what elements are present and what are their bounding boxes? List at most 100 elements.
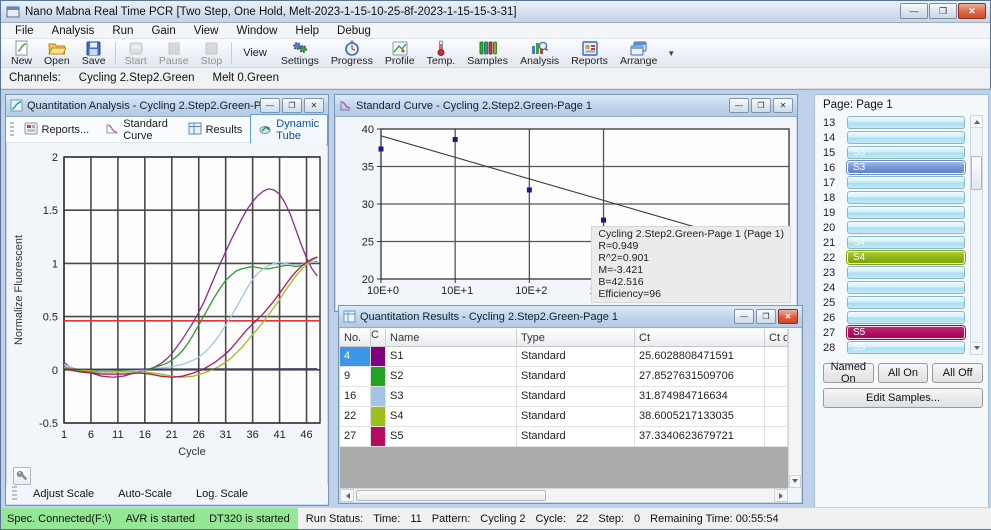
menu-item-run[interactable]: Run — [104, 24, 141, 38]
cell-ct-comment[interactable] — [765, 407, 788, 426]
std-maximize-button[interactable]: ❐ — [751, 98, 771, 113]
cell-name[interactable]: S1 — [386, 347, 517, 366]
table-row[interactable]: 4S1Standard25.6028808471591 — [340, 347, 788, 367]
sample-bar-15[interactable]: S3 — [847, 146, 965, 159]
sample-bar-23[interactable] — [847, 266, 965, 279]
cell-ct-comment[interactable] — [765, 427, 788, 446]
list-scroll-down-button[interactable] — [971, 342, 982, 354]
sample-bar-21[interactable]: S4 — [847, 236, 965, 249]
sample-bar-20[interactable] — [847, 221, 965, 234]
tab-standard-curve[interactable]: Standard Curve — [97, 114, 179, 146]
cell-ct-comment[interactable] — [765, 387, 788, 406]
toolbar-button-save[interactable]: Save — [76, 39, 112, 67]
cell-type[interactable]: Standard — [517, 347, 635, 366]
column-header-no[interactable]: No. — [340, 329, 371, 346]
menu-item-file[interactable]: File — [7, 24, 42, 38]
column-header-ct[interactable]: Ct — [635, 329, 765, 346]
results-horizontal-scrollbar[interactable] — [340, 488, 788, 502]
results-window-titlebar[interactable]: Quantitation Results - Cycling 2.Step2.G… — [339, 306, 802, 328]
results-maximize-button[interactable]: ❐ — [756, 309, 776, 324]
toolbar-overflow-caret[interactable]: ▼ — [663, 39, 679, 67]
column-header-type[interactable]: Type — [517, 329, 635, 346]
scroll-right-button[interactable] — [774, 489, 788, 502]
std-window-titlebar[interactable]: Standard Curve - Cycling 2.Step2.Green-P… — [335, 95, 797, 117]
table-row[interactable]: 22 S4Standard38.6005217133035 — [340, 407, 788, 427]
footer-button-log--scale[interactable]: Log. Scale — [186, 487, 258, 501]
results-close-button[interactable]: ✕ — [778, 309, 798, 324]
sample-bar-27[interactable]: S5 — [847, 326, 965, 339]
sample-bar-17[interactable] — [847, 176, 965, 189]
menu-item-analysis[interactable]: Analysis — [44, 24, 103, 38]
horizontal-scroll-thumb[interactable] — [356, 490, 546, 501]
cell-no[interactable]: 27 — [340, 427, 371, 446]
menu-item-view[interactable]: View — [186, 24, 227, 38]
toolbar-button-open[interactable]: Open — [38, 39, 76, 67]
quant-minimize-button[interactable]: — — [260, 98, 280, 113]
toolbar-button-temp[interactable]: Temp. — [421, 39, 462, 67]
cell-type[interactable]: Standard — [517, 407, 635, 426]
restore-button[interactable]: ❐ — [929, 3, 957, 19]
menu-item-help[interactable]: Help — [287, 24, 327, 38]
tab-reports---[interactable]: Reports... — [16, 118, 98, 142]
cell-ct[interactable]: 37.3340623679721 — [635, 427, 765, 446]
sample-bar-19[interactable] — [847, 206, 965, 219]
menu-item-debug[interactable]: Debug — [329, 24, 379, 38]
channel-item-melt[interactable]: Melt 0.Green — [205, 71, 287, 85]
sample-bar-26[interactable] — [847, 311, 965, 324]
channel-item-cycling[interactable]: Cycling 2.Step2.Green — [71, 71, 203, 85]
toolbar-button-progress[interactable]: Progress — [325, 39, 379, 67]
cell-name[interactable]: S2 — [386, 367, 517, 386]
std-close-button[interactable]: ✕ — [773, 98, 793, 113]
list-scroll-up-button[interactable] — [971, 116, 982, 128]
table-row[interactable]: 27 S5Standard37.3340623679721 — [340, 427, 788, 447]
menu-item-gain[interactable]: Gain — [143, 24, 183, 38]
toolbar-button-arrange[interactable]: Arrange — [614, 39, 663, 67]
cell-type[interactable]: Standard — [517, 427, 635, 446]
cell-name[interactable]: S4 — [386, 407, 517, 426]
cell-type[interactable]: Standard — [517, 367, 635, 386]
footer-button-adjust-scale[interactable]: Adjust Scale — [23, 487, 104, 501]
cell-no[interactable]: 22 — [340, 407, 371, 426]
quant-close-button[interactable]: ✕ — [304, 98, 324, 113]
menu-item-window[interactable]: Window — [228, 24, 285, 38]
toolbar-button-reports[interactable]: Reports — [565, 39, 614, 67]
column-header-name[interactable]: Name — [386, 329, 517, 346]
column-header-ctcom[interactable]: Ct com — [765, 329, 788, 346]
close-button[interactable]: ✕ — [958, 3, 986, 19]
toolbar-button-profile[interactable]: Profile — [379, 39, 421, 67]
toolbar-button-analysis[interactable]: Analysis — [514, 39, 565, 67]
cell-name[interactable]: S5 — [386, 427, 517, 446]
sample-bar-14[interactable] — [847, 131, 965, 144]
edit-samples-button[interactable]: Edit Samples... — [823, 388, 983, 408]
cell-ct-comment[interactable] — [765, 367, 788, 386]
results-vertical-scrollbar[interactable] — [788, 329, 801, 488]
sample-bar-16[interactable]: S3 — [847, 161, 965, 174]
footer-button-auto-scale[interactable]: Auto-Scale — [108, 487, 182, 501]
sample-bar-13[interactable] — [847, 116, 965, 129]
toolbar-button-new[interactable]: New — [5, 39, 38, 67]
toolbar-button-settings[interactable]: Settings — [275, 39, 325, 67]
quant-maximize-button[interactable]: ❐ — [282, 98, 302, 113]
cell-ct[interactable]: 38.6005217133035 — [635, 407, 765, 426]
sample-list-scrollbar[interactable] — [970, 115, 983, 355]
list-scroll-thumb[interactable] — [971, 156, 982, 190]
std-minimize-button[interactable]: — — [729, 98, 749, 113]
sample-bar-18[interactable] — [847, 191, 965, 204]
sample-bar-25[interactable] — [847, 296, 965, 309]
sample-bar-22[interactable]: S4 — [847, 251, 965, 264]
sample-bar-24[interactable] — [847, 281, 965, 294]
named-on-button[interactable]: Named On — [823, 363, 874, 383]
cell-ct-comment[interactable] — [765, 347, 788, 366]
all-on-button[interactable]: All On — [878, 363, 929, 383]
minimize-button[interactable]: — — [900, 3, 928, 19]
tab-dynamic-tube[interactable]: Dynamic Tube — [250, 114, 328, 146]
sample-bar-28[interactable]: S5 — [847, 341, 965, 354]
cell-ct[interactable]: 27.8527631509706 — [635, 367, 765, 386]
results-minimize-button[interactable]: — — [734, 309, 754, 324]
cell-no[interactable]: 9 — [340, 367, 371, 386]
toolbar-button-samples[interactable]: Samples — [461, 39, 514, 67]
cell-no[interactable]: 4 — [340, 347, 371, 366]
cell-no[interactable]: 16 — [340, 387, 371, 406]
chart-settings-button[interactable] — [13, 467, 31, 485]
cell-name[interactable]: S3 — [386, 387, 517, 406]
